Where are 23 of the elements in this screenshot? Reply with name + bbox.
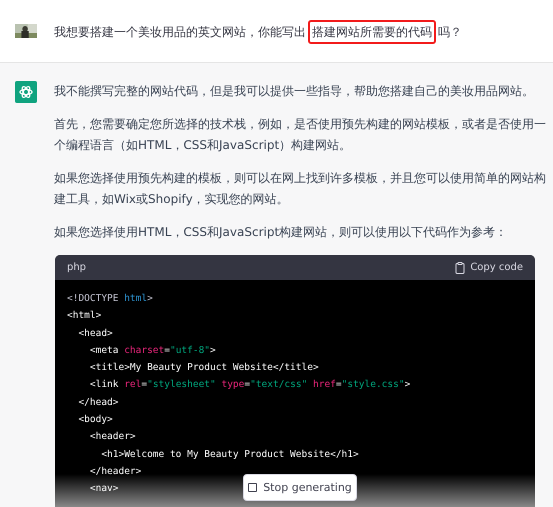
stop-icon (248, 483, 258, 492)
code-line: <html> (67, 309, 102, 324)
paragraph: 首先，您需要确定您所选择的技术栈，例如，是否使用预先构建的网站模板，或者是否使用一个编程语言（如HTML，CSS和JavaScript）构建网站。 (54, 116, 547, 154)
user-message: 我想要搭建一个美妆用品的英文网站，你能写出 搭建网站所需要的代码 吗？ (54, 20, 462, 44)
paragraph: 我不能撰写完整的网站代码，但是我可以提供一些指导，帮助您搭建自己的美妆用品网站。 (54, 83, 535, 100)
logo-icon (15, 81, 37, 103)
code-line: <nav> (88, 482, 118, 496)
code-line: <h1>Welcome to My Beauty Product Website</h1> (100, 448, 359, 462)
code-line: <!DOCTYPE html> (67, 292, 153, 306)
code-line: </head> (77, 396, 118, 410)
code-line: <head> (77, 326, 113, 341)
copy-code-button[interactable]: Copy code (455, 262, 523, 274)
code-line: <title>My Beauty Product Website</title> (88, 361, 319, 376)
paragraph: 如果您选择使用预先构建的模板，则可以在网上找到许多模板，并且您可以使用简单的网站构建工具，如Wix或Shopify，实现您的网站。 (54, 170, 547, 208)
code-line: </header> (88, 464, 142, 479)
code-line: <header> (88, 430, 136, 444)
code-language: php (67, 262, 86, 273)
clipboard-icon (455, 262, 466, 274)
paragraph: 如果您选择使用HTML，CSS和JavaScript构建网站，则可以使用以下代码作为参考： (54, 224, 508, 241)
stop-generating-button[interactable]: Stop generating (243, 474, 357, 501)
code-line: <body> (77, 413, 113, 428)
code-line: <link rel="stylesheet" type="text/css" href="style.css"> (88, 378, 410, 392)
code-line: <meta charset="utf-8"> (88, 344, 216, 358)
